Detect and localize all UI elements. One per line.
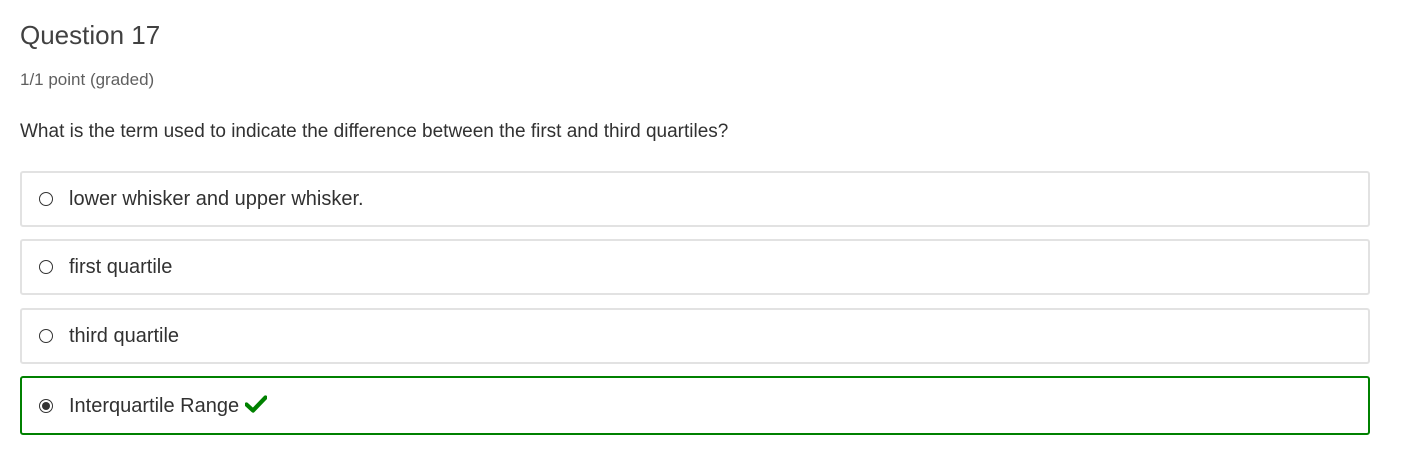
choice-option-4-correct[interactable]: Interquartile Range — [20, 376, 1370, 435]
choice-label: lower whisker and upper whisker. — [69, 188, 364, 210]
choice-label-wrapper: Interquartile Range — [69, 394, 268, 418]
question-title: Question 17 — [20, 20, 161, 50]
checkmark-icon — [245, 395, 268, 413]
choice-option-3[interactable]: third quartile — [20, 308, 1370, 364]
radio-button-unchecked[interactable] — [39, 192, 53, 206]
question-score: 1/1 point (graded) — [20, 70, 155, 89]
radio-button-checked[interactable] — [39, 398, 53, 413]
radio-button-unchecked[interactable] — [39, 329, 53, 343]
choice-label: first quartile — [69, 256, 173, 278]
radio-button-unchecked[interactable] — [39, 260, 53, 274]
choice-label: third quartile — [69, 325, 180, 347]
choice-option-1[interactable]: lower whisker and upper whisker. — [20, 171, 1370, 227]
choice-label: Interquartile Range — [69, 394, 240, 417]
question-prompt: What is the term used to indicate the di… — [20, 121, 729, 142]
choice-option-2[interactable]: first quartile — [20, 239, 1370, 295]
